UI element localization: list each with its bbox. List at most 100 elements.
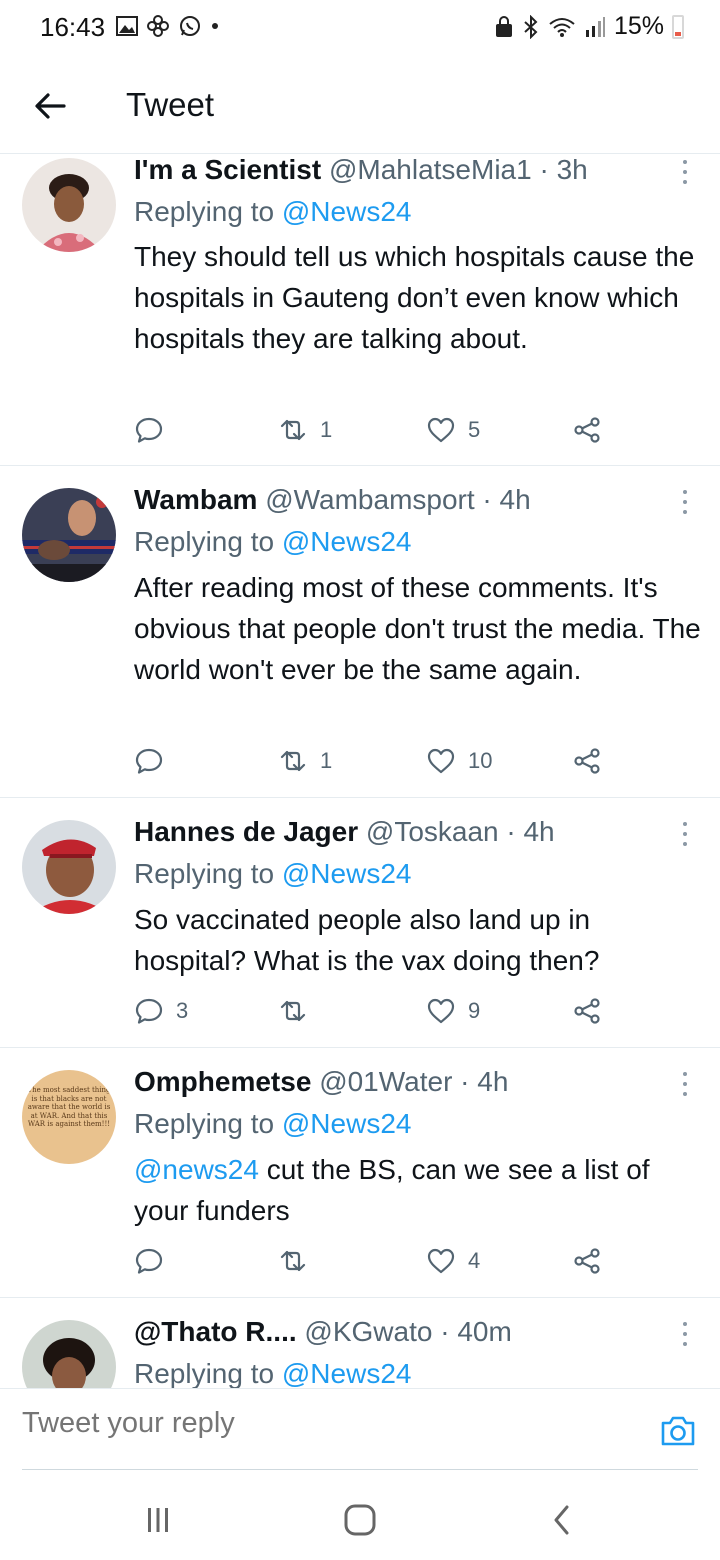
avatar[interactable] xyxy=(22,158,116,252)
avatar[interactable] xyxy=(22,1320,116,1388)
more-options-button[interactable] xyxy=(678,158,692,186)
comment-icon xyxy=(135,1248,163,1274)
like-count: 4 xyxy=(468,1248,481,1273)
reply-button[interactable] xyxy=(134,743,176,779)
retweet-icon xyxy=(280,1250,306,1272)
comment-icon xyxy=(135,748,163,774)
author-name[interactable]: Hannes de Jager xyxy=(134,816,358,847)
share-button[interactable] xyxy=(572,993,602,1029)
retweet-button[interactable] xyxy=(278,1243,320,1279)
app-header: Tweet xyxy=(0,58,720,154)
system-nav-bar xyxy=(0,1470,720,1560)
heart-icon xyxy=(427,417,455,443)
more-options-button[interactable] xyxy=(678,1070,692,1098)
replying-to: Replying to @News24 xyxy=(134,1108,411,1140)
avatar-quote-text: The most saddest thing is that blacks ar… xyxy=(27,1086,111,1128)
replying-label: Replying to xyxy=(134,858,282,889)
tweet-header: Wambam @Wambamsport · 4h xyxy=(134,484,531,516)
tweet-header: @Thato R.... @KGwato · 40m xyxy=(134,1316,512,1348)
heart-icon xyxy=(427,998,455,1024)
tweet-header: Hannes de Jager @Toskaan · 4h xyxy=(134,816,555,848)
retweet-button[interactable]: 1 xyxy=(278,743,332,779)
tweet[interactable]: @Thato R.... @KGwato · 40m Replying to @… xyxy=(0,1298,720,1388)
camera-icon xyxy=(661,1416,695,1446)
home-button[interactable] xyxy=(340,1500,380,1540)
notification-icons xyxy=(116,14,220,38)
replying-label: Replying to xyxy=(134,526,282,557)
tweet-text: So vaccinated people also land up in hos… xyxy=(134,904,600,976)
share-button[interactable] xyxy=(572,412,602,448)
retweet-button[interactable] xyxy=(278,993,320,1029)
battery-icon xyxy=(672,14,684,39)
whatsapp-icon xyxy=(180,16,200,36)
author-meta: @KGwato · 40m xyxy=(304,1316,512,1347)
status-bar: 16:43 15% xyxy=(0,0,720,58)
tweet[interactable]: I'm a Scientist @MahlatseMia1 · 3h Reply… xyxy=(0,154,720,466)
share-button[interactable] xyxy=(572,743,602,779)
avatar[interactable]: The most saddest thing is that blacks ar… xyxy=(22,1070,116,1164)
camera-button[interactable] xyxy=(658,1411,698,1451)
reply-target-link[interactable]: @News24 xyxy=(282,526,412,557)
retweet-icon xyxy=(280,1000,306,1022)
author-meta: @MahlatseMia1 · 3h xyxy=(328,154,588,185)
like-button[interactable]: 4 xyxy=(426,1243,480,1279)
more-options-button[interactable] xyxy=(678,1320,692,1348)
comment-icon xyxy=(135,417,163,443)
reply-target-link[interactable]: @News24 xyxy=(282,196,412,227)
mention-link[interactable]: @news24 xyxy=(134,1154,259,1185)
tweet-actions: 1 10 xyxy=(134,743,614,779)
author-name[interactable]: I'm a Scientist xyxy=(134,154,321,185)
author-name[interactable]: @Thato R.... xyxy=(134,1316,297,1347)
like-button[interactable]: 9 xyxy=(426,993,480,1029)
wifi-icon xyxy=(549,17,575,37)
tweet[interactable]: Wambam @Wambamsport · 4h Replying to @Ne… xyxy=(0,466,720,798)
like-count: 10 xyxy=(468,748,493,773)
recent-apps-button[interactable] xyxy=(138,1500,178,1540)
like-count: 5 xyxy=(468,417,481,442)
signal-icon xyxy=(585,16,605,37)
dot-icon xyxy=(212,23,218,29)
pinwheel-icon xyxy=(147,15,169,37)
replying-label: Replying to xyxy=(134,196,282,227)
more-options-button[interactable] xyxy=(678,820,692,848)
tweet[interactable]: The most saddest thing is that blacks ar… xyxy=(0,1048,720,1298)
back-button[interactable] xyxy=(30,86,70,126)
replying-label: Replying to xyxy=(134,1108,282,1139)
home-icon xyxy=(344,1504,376,1536)
retweet-count: 1 xyxy=(320,417,333,442)
reply-button[interactable]: 3 xyxy=(134,993,188,1029)
retweet-icon xyxy=(280,419,306,441)
share-button[interactable] xyxy=(572,1243,602,1279)
avatar[interactable] xyxy=(22,488,116,582)
retweet-count: 1 xyxy=(320,748,333,773)
reply-input[interactable] xyxy=(22,1407,582,1440)
bluetooth-icon xyxy=(524,14,538,39)
author-name[interactable]: Omphemetse xyxy=(134,1066,311,1097)
gallery-icon xyxy=(116,16,138,36)
share-icon xyxy=(574,1248,600,1274)
tweet[interactable]: Hannes de Jager @Toskaan · 4h Replying t… xyxy=(0,798,720,1048)
nav-back-button[interactable] xyxy=(542,1500,582,1540)
tweet-header: I'm a Scientist @MahlatseMia1 · 3h xyxy=(134,154,588,186)
retweet-button[interactable]: 1 xyxy=(278,412,332,448)
replying-to: Replying to @News24 xyxy=(134,1358,411,1388)
like-button[interactable]: 5 xyxy=(426,412,480,448)
reply-target-link[interactable]: @News24 xyxy=(282,1358,412,1388)
tweet-actions: 1 5 xyxy=(134,412,614,448)
tweet-text: After reading most of these comments. It… xyxy=(134,572,701,685)
avatar[interactable] xyxy=(22,820,116,914)
lock-icon xyxy=(495,15,512,37)
like-button[interactable]: 10 xyxy=(426,743,492,779)
share-icon xyxy=(574,417,600,443)
reply-target-link[interactable]: @News24 xyxy=(282,858,412,889)
author-name[interactable]: Wambam xyxy=(134,484,257,515)
reply-target-link[interactable]: @News24 xyxy=(282,1108,412,1139)
reply-button[interactable] xyxy=(134,1243,176,1279)
reply-button[interactable] xyxy=(134,412,176,448)
more-options-button[interactable] xyxy=(678,488,692,516)
reply-feed[interactable]: I'm a Scientist @MahlatseMia1 · 3h Reply… xyxy=(0,154,720,1388)
author-meta: @Toskaan · 4h xyxy=(365,816,555,847)
back-icon xyxy=(554,1505,569,1535)
heart-icon xyxy=(427,1248,455,1274)
tweet-actions: 3 9 xyxy=(134,993,614,1029)
